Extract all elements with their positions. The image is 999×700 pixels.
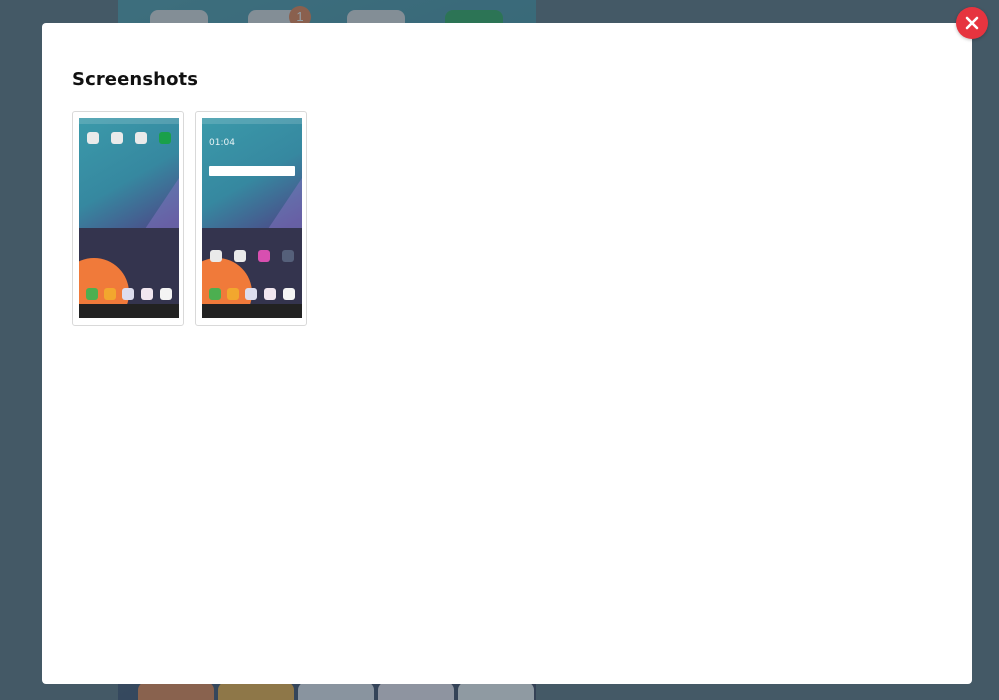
close-icon [965, 16, 979, 30]
app-icon [122, 288, 134, 300]
app-icon [111, 132, 123, 144]
app-icon [209, 288, 221, 300]
app-icon [104, 288, 116, 300]
screenshot-thumbnail[interactable] [72, 111, 184, 326]
screenshot-image: 01:04 [202, 118, 302, 318]
app-icon [227, 288, 239, 300]
navigation-bar [202, 304, 302, 318]
app-icon [86, 288, 98, 300]
modal-title: Screenshots [72, 69, 199, 90]
app-icon [87, 132, 99, 144]
search-widget [209, 166, 295, 176]
screenshot-image [79, 118, 179, 318]
app-icon [258, 250, 270, 262]
app-icon [282, 250, 294, 262]
status-bar [202, 118, 302, 124]
app-icon [141, 288, 153, 300]
close-button[interactable] [956, 7, 988, 39]
app-icon [160, 288, 172, 300]
clock-widget: 01:04 [209, 138, 235, 148]
app-icon [264, 288, 276, 300]
app-icon [210, 250, 222, 262]
screenshot-gallery: 01:04 [72, 111, 307, 326]
app-icon [245, 288, 257, 300]
app-icon [135, 132, 147, 144]
screenshots-modal: Screenshots 01:04 [42, 23, 972, 684]
screenshot-thumbnail[interactable]: 01:04 [195, 111, 307, 326]
app-icon [234, 250, 246, 262]
navigation-bar [79, 304, 179, 318]
app-icon [159, 132, 171, 144]
app-icon [283, 288, 295, 300]
status-bar [79, 118, 179, 124]
